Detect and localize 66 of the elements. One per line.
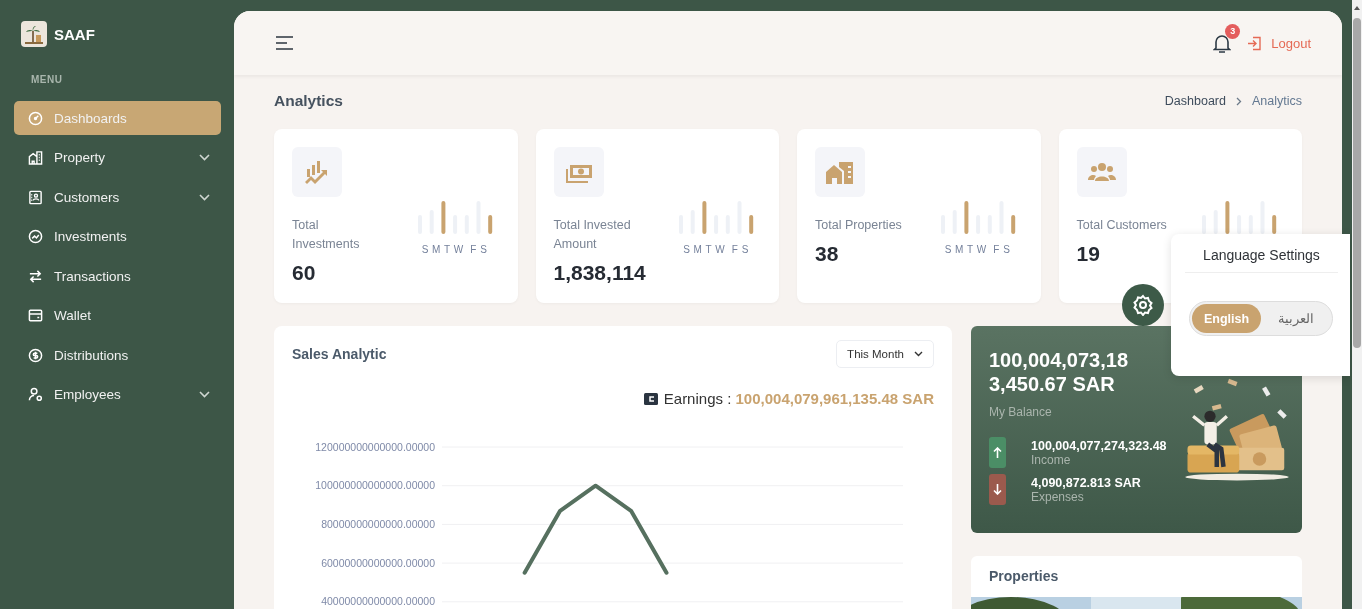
stat-label: Total Investments bbox=[292, 217, 361, 253]
entry-label: Expenses bbox=[1031, 489, 1085, 504]
sidebar-item[interactable]: Customers bbox=[14, 180, 221, 214]
entry-amount: 100,004,077,274,323.48 bbox=[1031, 438, 1167, 453]
user-gear-icon bbox=[28, 387, 43, 402]
stat-value: 38 bbox=[815, 243, 840, 265]
gauge-icon bbox=[28, 110, 43, 126]
building-icon bbox=[28, 150, 43, 165]
stat-value: 1,838,114 bbox=[553, 262, 647, 284]
weekday-labels: S M T W F S bbox=[683, 244, 749, 255]
axis-tick-label: 80000000000000.00000 bbox=[321, 517, 435, 530]
sidebar-item[interactable]: Property bbox=[14, 140, 221, 175]
chevron-down-icon bbox=[914, 351, 923, 357]
wallet-icon bbox=[643, 392, 658, 405]
entry-amount: 4,090,872.813 SAR bbox=[1031, 475, 1141, 490]
chevron-down-icon[interactable] bbox=[199, 391, 210, 398]
sidebar-item[interactable]: Employees bbox=[14, 377, 221, 412]
dollar-coin-icon bbox=[28, 347, 43, 363]
card-title: Properties bbox=[988, 567, 1060, 586]
sidebar-item[interactable]: Transactions bbox=[14, 259, 221, 293]
settings-icon bbox=[1132, 294, 1154, 316]
weekday-labels: S M T W F S bbox=[944, 244, 1011, 255]
chevron-down-icon[interactable] bbox=[199, 154, 210, 161]
page-title: Analytics bbox=[274, 92, 343, 110]
stat-label: Total Properties bbox=[815, 217, 902, 234]
stat-label: Total Customers bbox=[1076, 217, 1167, 234]
logout-icon bbox=[1247, 35, 1263, 51]
period-dropdown[interactable]: This Month bbox=[836, 340, 934, 368]
stat-label: Total Invested Amount bbox=[553, 217, 632, 253]
sidebar-item[interactable]: Distributions bbox=[14, 338, 221, 372]
earnings-text: Earnings : 100,004,079,961,135.48 SAR bbox=[663, 390, 934, 407]
chart-circle-icon bbox=[28, 229, 43, 244]
notification-badge: 3 bbox=[1225, 23, 1241, 39]
breadcrumb-link[interactable]: Dashboard bbox=[1164, 94, 1226, 108]
bell-icon[interactable] bbox=[1213, 33, 1232, 53]
arrow-down-icon bbox=[993, 484, 1002, 495]
contact-card-icon bbox=[28, 189, 43, 205]
sidebar-item[interactable]: Wallet bbox=[14, 298, 221, 333]
menu-section-label: MENU bbox=[31, 74, 63, 85]
stat-value: 19 bbox=[1076, 243, 1101, 265]
scrollbar[interactable] bbox=[1352, 0, 1362, 609]
breadcrumb-current: Analytics bbox=[1251, 94, 1302, 108]
balance-amount: 100,004,073,183,450.67 SAR bbox=[989, 348, 1130, 396]
axis-tick-label: 60000000000000.00000 bbox=[321, 556, 435, 569]
sidebar-item[interactable]: Investments bbox=[14, 219, 221, 254]
wallet-icon bbox=[28, 308, 43, 323]
entry-label: Income bbox=[1031, 452, 1072, 467]
weekday-labels: S M T W F S bbox=[421, 244, 488, 255]
balance-label: My Balance bbox=[989, 405, 1053, 419]
brand-name: SAAF bbox=[54, 25, 95, 43]
axis-tick-label: 40000000000000.00000 bbox=[321, 595, 435, 608]
building-icon bbox=[826, 160, 854, 184]
bar-chart-icon bbox=[304, 160, 330, 184]
card-title: Sales Analytic bbox=[292, 346, 387, 362]
popup-title: Language Settings bbox=[1185, 234, 1338, 273]
axis-tick-label: 100000000000000.00000 bbox=[315, 479, 435, 492]
logo-icon bbox=[21, 21, 47, 47]
chevron-down-icon[interactable] bbox=[199, 193, 210, 201]
arrow-up-icon bbox=[993, 447, 1002, 458]
menu-icon[interactable] bbox=[276, 36, 293, 50]
people-icon bbox=[1087, 162, 1116, 182]
stat-value: 60 bbox=[292, 262, 317, 284]
transfer-arrows-icon bbox=[28, 268, 43, 284]
axis-tick-label: 120000000000000.00000 bbox=[315, 440, 435, 453]
language-option[interactable]: العربية bbox=[1261, 304, 1330, 333]
chevron-right-icon bbox=[1235, 96, 1242, 106]
